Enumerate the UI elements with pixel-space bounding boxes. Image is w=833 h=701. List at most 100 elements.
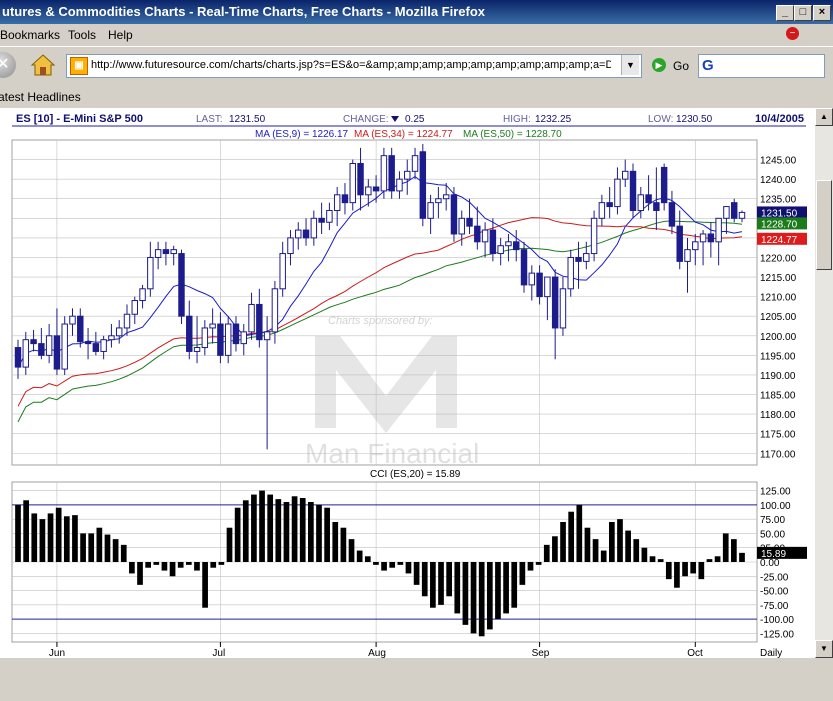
cci-bar bbox=[145, 562, 152, 568]
search-engine-icon[interactable]: G bbox=[702, 57, 720, 74]
scroll-down-icon[interactable]: ▼ bbox=[815, 640, 833, 658]
candle-down bbox=[53, 335, 61, 370]
candle-up bbox=[201, 327, 209, 349]
scroll-up-icon[interactable]: ▲ bbox=[815, 108, 833, 126]
go-arrow-icon[interactable]: ▶ bbox=[652, 58, 666, 72]
candle-up bbox=[590, 217, 598, 255]
cci-bar bbox=[364, 556, 371, 562]
cci-bar bbox=[55, 507, 62, 562]
stop-icon[interactable]: ✕ bbox=[0, 52, 16, 78]
cci-bar bbox=[112, 539, 119, 562]
candle-up bbox=[365, 186, 372, 196]
cci-current-tag-label: 15.89 bbox=[761, 549, 786, 560]
cci-bar bbox=[706, 559, 713, 562]
change-value: 0.25 bbox=[405, 114, 425, 125]
url-dropdown-icon[interactable]: ▼ bbox=[621, 55, 639, 75]
candle-up bbox=[326, 209, 333, 223]
candle-up bbox=[248, 303, 255, 333]
cci-bar bbox=[283, 502, 290, 562]
periodicity-label: Daily bbox=[760, 648, 782, 658]
candle-up bbox=[287, 237, 294, 255]
cci-bar bbox=[633, 539, 640, 562]
url-bar[interactable]: ▣ http://www.futuresource.com/charts/cha… bbox=[66, 54, 642, 78]
candle-up bbox=[427, 202, 434, 219]
cci-bar bbox=[682, 562, 688, 577]
cci-bar bbox=[543, 544, 550, 562]
price-tag-label: 1228.70 bbox=[761, 219, 798, 230]
candle-down bbox=[178, 253, 185, 317]
resize-grip-icon[interactable] bbox=[815, 658, 833, 701]
candle-down bbox=[256, 303, 263, 341]
bookmark-latest-headlines[interactable]: atest Headlines bbox=[0, 90, 81, 104]
price-tick-label: 1235.00 bbox=[760, 195, 797, 206]
cci-bar bbox=[519, 562, 526, 585]
window-bottom-frame bbox=[0, 658, 815, 701]
page-content: ES [10] - E-Mini S&P 500 LAST: 1231.50 C… bbox=[0, 108, 815, 658]
cci-bar bbox=[169, 562, 176, 577]
cci-bar bbox=[259, 490, 265, 562]
change-label: CHANGE: bbox=[343, 114, 389, 125]
candle-down bbox=[162, 249, 170, 255]
candle-up bbox=[715, 217, 722, 243]
cci-bar bbox=[535, 562, 542, 565]
candle-down bbox=[668, 202, 676, 227]
cci-bar bbox=[242, 500, 249, 562]
site-favicon-icon: ▣ bbox=[70, 57, 88, 75]
cci-bar bbox=[177, 562, 184, 568]
candle-up bbox=[139, 288, 146, 302]
cci-bar bbox=[332, 522, 339, 562]
maximize-button[interactable]: □ bbox=[794, 5, 812, 21]
price-tick-label: 1170.00 bbox=[760, 449, 796, 460]
candle-up bbox=[684, 249, 691, 262]
cci-bar bbox=[665, 562, 672, 580]
cci-bar bbox=[552, 536, 558, 562]
month-label: Oct bbox=[687, 648, 703, 658]
cci-bar bbox=[657, 559, 664, 562]
search-box[interactable]: G bbox=[698, 54, 825, 78]
cci-tick-label: -50.00 bbox=[760, 587, 789, 598]
candle-down bbox=[30, 339, 37, 345]
cci-bar bbox=[454, 562, 461, 614]
candle-up bbox=[123, 313, 131, 329]
cci-tick-label: 50.00 bbox=[760, 529, 785, 540]
cci-bar bbox=[413, 562, 420, 585]
price-tag-label: 1224.77 bbox=[761, 235, 798, 246]
last-label: LAST: bbox=[196, 114, 223, 125]
menu-tools[interactable]: Tools bbox=[68, 28, 96, 42]
menu-bar: Bookmarks Tools Help bbox=[0, 24, 833, 46]
cci-bar bbox=[47, 513, 54, 562]
scroll-thumb[interactable] bbox=[816, 180, 832, 270]
close-button[interactable]: × bbox=[813, 5, 831, 21]
cci-bar bbox=[234, 507, 241, 562]
cci-bar bbox=[560, 522, 566, 562]
cci-bar bbox=[739, 552, 745, 562]
menu-help[interactable]: Help bbox=[108, 28, 133, 42]
ma50-legend: MA (ES,50) = 1228.70 bbox=[463, 129, 562, 140]
candle-down bbox=[232, 323, 240, 345]
ma9-legend: MA (ES,9) = 1226.17 bbox=[255, 129, 349, 140]
menu-bookmarks[interactable]: Bookmarks bbox=[0, 28, 60, 42]
cci-bar bbox=[275, 499, 282, 562]
candle-up bbox=[544, 276, 551, 298]
window-titlebar[interactable]: utures & Commodities Charts - Real-Time … bbox=[0, 0, 833, 24]
low-label: LOW: bbox=[648, 114, 673, 125]
candle-up bbox=[614, 178, 621, 208]
cci-tick-label: -75.00 bbox=[760, 601, 789, 612]
home-icon[interactable] bbox=[30, 52, 56, 78]
vertical-scrollbar[interactable]: ▲ ▼ bbox=[815, 108, 833, 658]
price-tick-label: 1205.00 bbox=[760, 312, 797, 323]
go-button[interactable]: Go bbox=[673, 59, 689, 73]
cci-bar bbox=[348, 539, 355, 562]
candle-down bbox=[186, 315, 193, 352]
candle-up bbox=[240, 331, 247, 345]
minimize-button[interactable]: _ bbox=[776, 5, 794, 21]
candle-up bbox=[380, 155, 388, 192]
cci-bar bbox=[617, 519, 623, 562]
cci-bar bbox=[80, 533, 86, 562]
cci-bar bbox=[397, 562, 404, 565]
candle-up bbox=[310, 217, 318, 239]
cci-bar bbox=[381, 562, 387, 571]
cci-bar bbox=[405, 562, 412, 574]
candle-up bbox=[404, 170, 411, 180]
candle-up bbox=[442, 194, 450, 200]
